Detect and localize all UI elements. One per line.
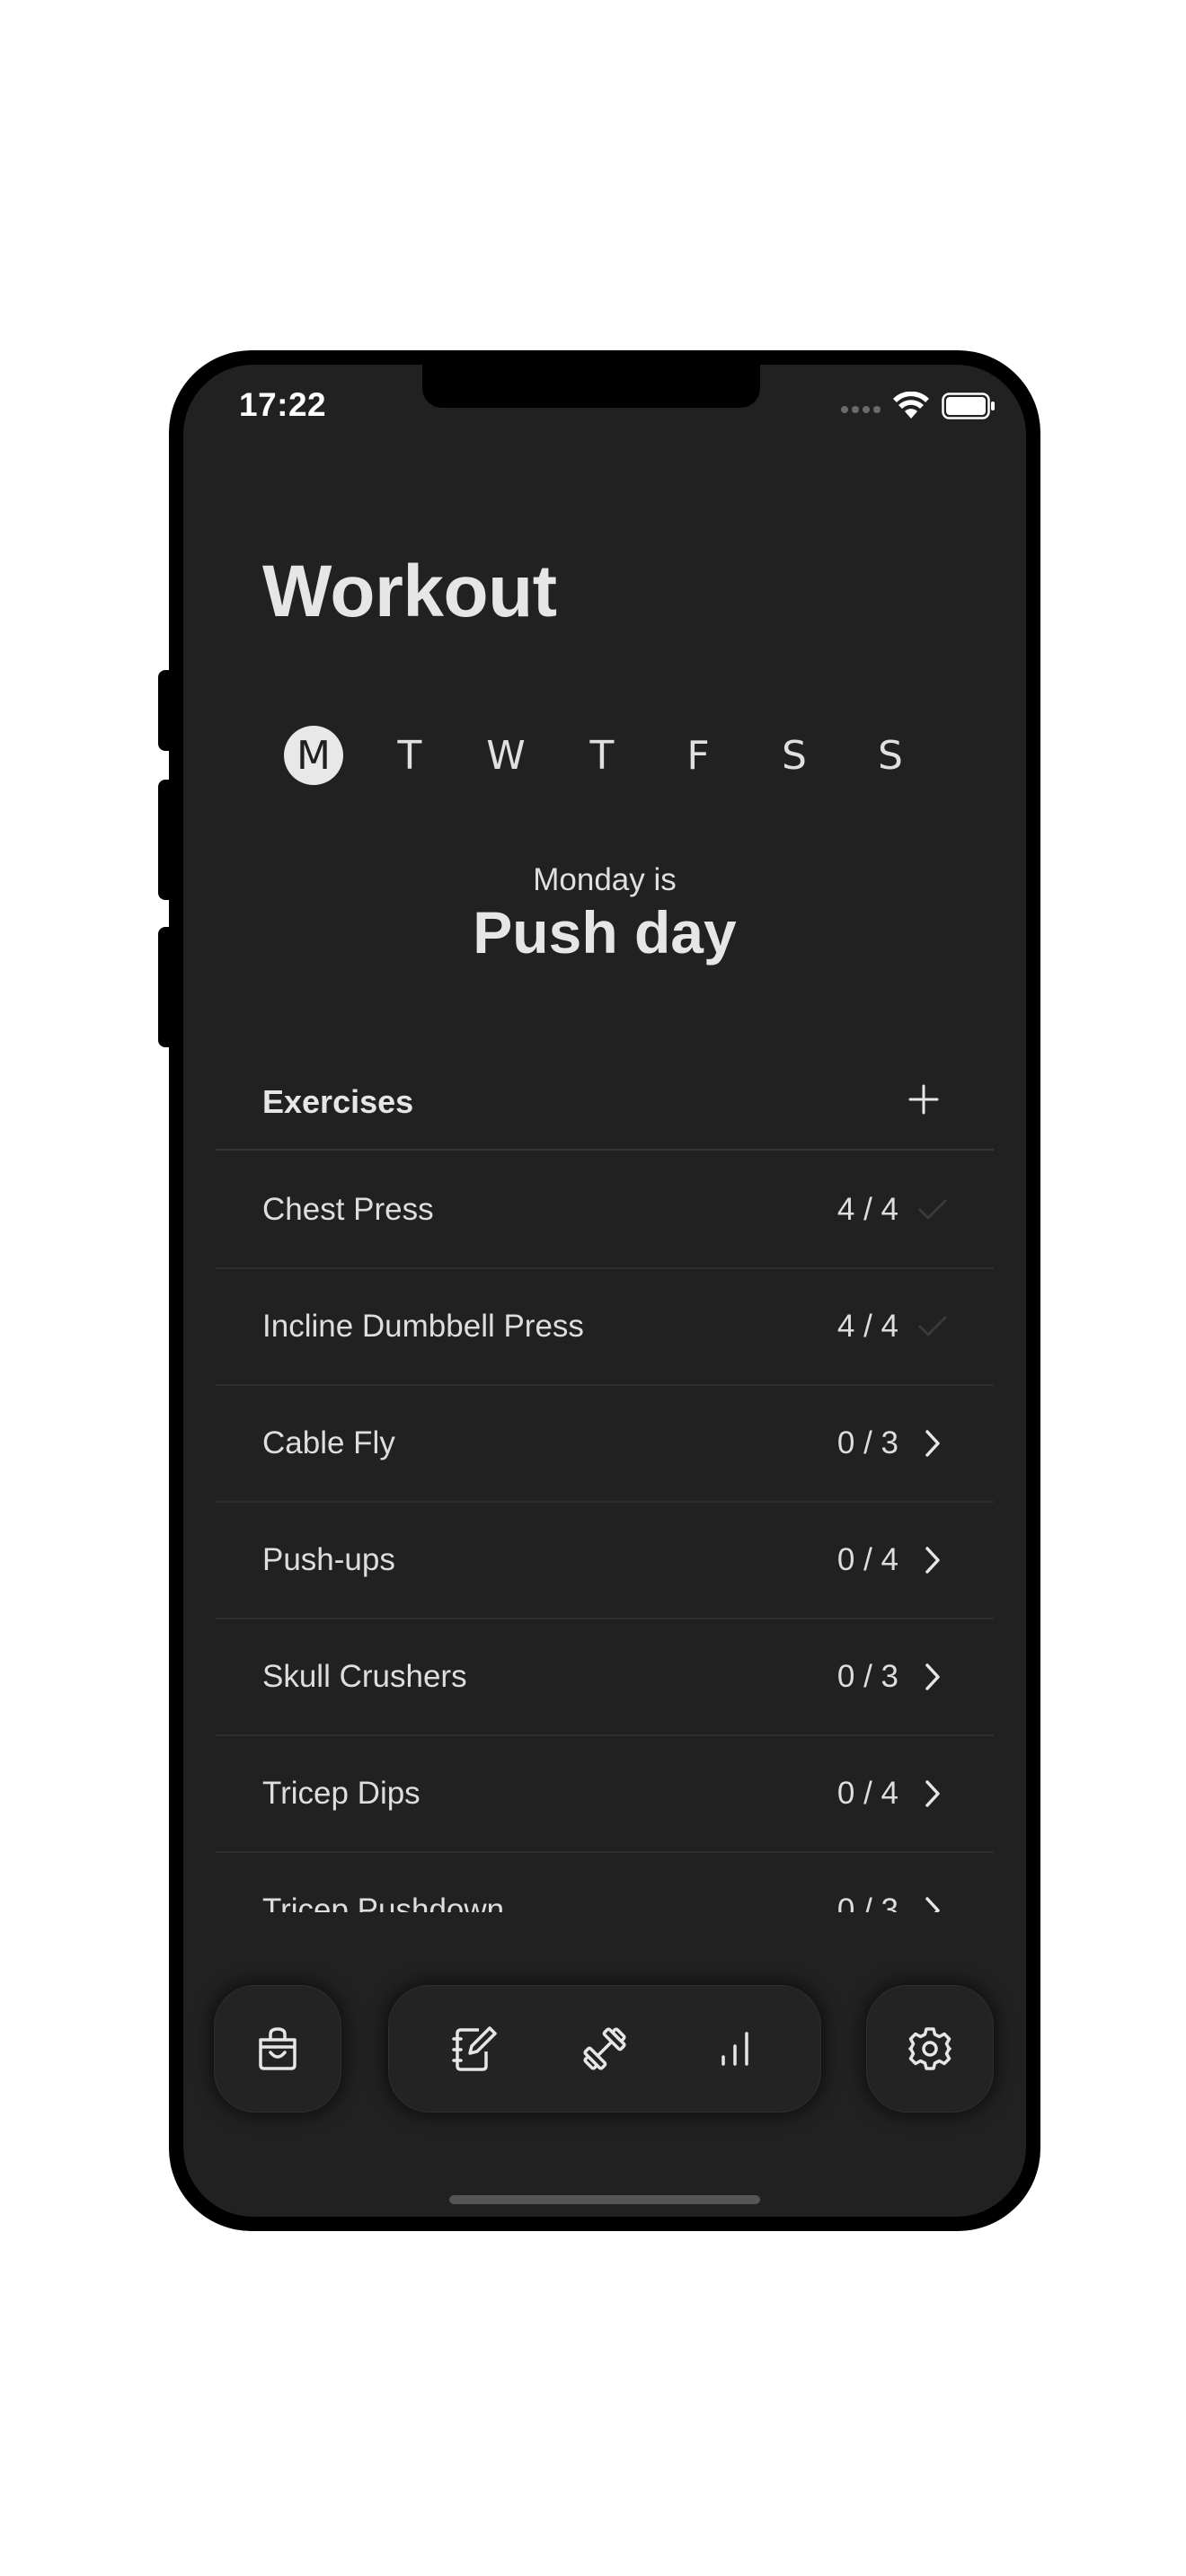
exercise-name: Push-ups <box>262 1542 395 1577</box>
exercise-progress: 0 / 3 <box>836 1425 898 1460</box>
exercise-row[interactable]: Push-ups 0 / 4 <box>216 1501 994 1619</box>
cellular-dots-icon <box>841 406 881 413</box>
notch <box>422 365 760 408</box>
day-friday[interactable]: F <box>668 726 728 785</box>
exercise-progress: 0 / 4 <box>836 1776 898 1811</box>
day-thursday[interactable]: T <box>572 726 632 785</box>
exercise-progress: 0 / 3 <box>836 1892 898 1912</box>
day-saturday[interactable]: S <box>765 726 824 785</box>
day-subtitle: Monday is <box>533 862 677 897</box>
battery-full-icon <box>942 393 995 419</box>
settings-tab-button[interactable] <box>866 1985 994 2113</box>
exercises-header: Exercises <box>262 1083 414 1120</box>
exercise-name: Skull Crushers <box>262 1659 467 1694</box>
exercise-name: Chest Press <box>262 1192 434 1227</box>
wifi-icon <box>893 392 929 419</box>
exercise-name: Cable Fly <box>262 1425 395 1460</box>
shopping-bag-icon <box>246 2017 309 2080</box>
chevron-right-icon <box>915 1891 951 1912</box>
exercise-row[interactable]: Tricep Dips 0 / 4 <box>216 1734 994 1853</box>
exercise-progress: 4 / 4 <box>836 1192 898 1227</box>
canvas: 17:22 Workout M T W T F S S Monday is Pu… <box>0 0 1186 2576</box>
exercise-list: Chest Press 4 / 4 Incline Dumbbell Press… <box>216 1149 994 1912</box>
exercise-row[interactable]: Tricep Pushdown 0 / 3 <box>216 1851 994 1912</box>
phone-frame: 17:22 Workout M T W T F S S Monday is Pu… <box>169 350 1040 2231</box>
workout-name: Push day <box>473 899 737 966</box>
page-title: Workout <box>262 551 557 632</box>
exercise-row[interactable]: Cable Fly 0 / 3 <box>216 1384 994 1503</box>
checkmark-icon <box>915 1190 951 1230</box>
bar-chart-icon[interactable] <box>704 2017 766 2080</box>
day-wednesday[interactable]: W <box>476 726 535 785</box>
week-day-selector: M T W T F S S <box>284 726 963 789</box>
main-tab-group <box>388 1985 821 2113</box>
exercise-name: Tricep Dips <box>262 1776 420 1811</box>
status-time: 17:22 <box>239 386 327 423</box>
exercise-row[interactable]: Skull Crushers 0 / 3 <box>216 1618 994 1736</box>
gear-icon <box>898 2017 961 2080</box>
exercise-row[interactable]: Chest Press 4 / 4 <box>216 1151 994 1269</box>
exercise-row[interactable]: Incline Dumbbell Press 4 / 4 <box>216 1267 994 1386</box>
exercise-progress: 0 / 3 <box>836 1659 898 1694</box>
home-indicator[interactable] <box>449 2195 760 2204</box>
screen: 17:22 Workout M T W T F S S Monday is Pu… <box>183 365 1026 2217</box>
chevron-right-icon <box>915 1774 951 1813</box>
dumbbell-icon[interactable] <box>573 2017 636 2080</box>
notebook-edit-icon[interactable] <box>443 2017 506 2080</box>
chevron-right-icon <box>915 1540 951 1580</box>
exercise-progress: 0 / 4 <box>836 1542 898 1577</box>
day-sunday[interactable]: S <box>861 726 920 785</box>
checkmark-icon <box>915 1307 951 1346</box>
chevron-right-icon <box>915 1657 951 1697</box>
status-indicators <box>841 392 996 420</box>
exercise-progress: 4 / 4 <box>836 1309 898 1344</box>
chevron-right-icon <box>915 1424 951 1463</box>
exercise-name: Tricep Pushdown <box>262 1892 505 1912</box>
plus-icon <box>908 1084 939 1115</box>
exercise-name: Incline Dumbbell Press <box>262 1309 584 1344</box>
day-monday[interactable]: M <box>284 726 343 785</box>
shop-tab-button[interactable] <box>214 1985 341 2113</box>
add-exercise-button[interactable] <box>898 1074 949 1125</box>
day-tuesday[interactable]: T <box>380 726 439 785</box>
